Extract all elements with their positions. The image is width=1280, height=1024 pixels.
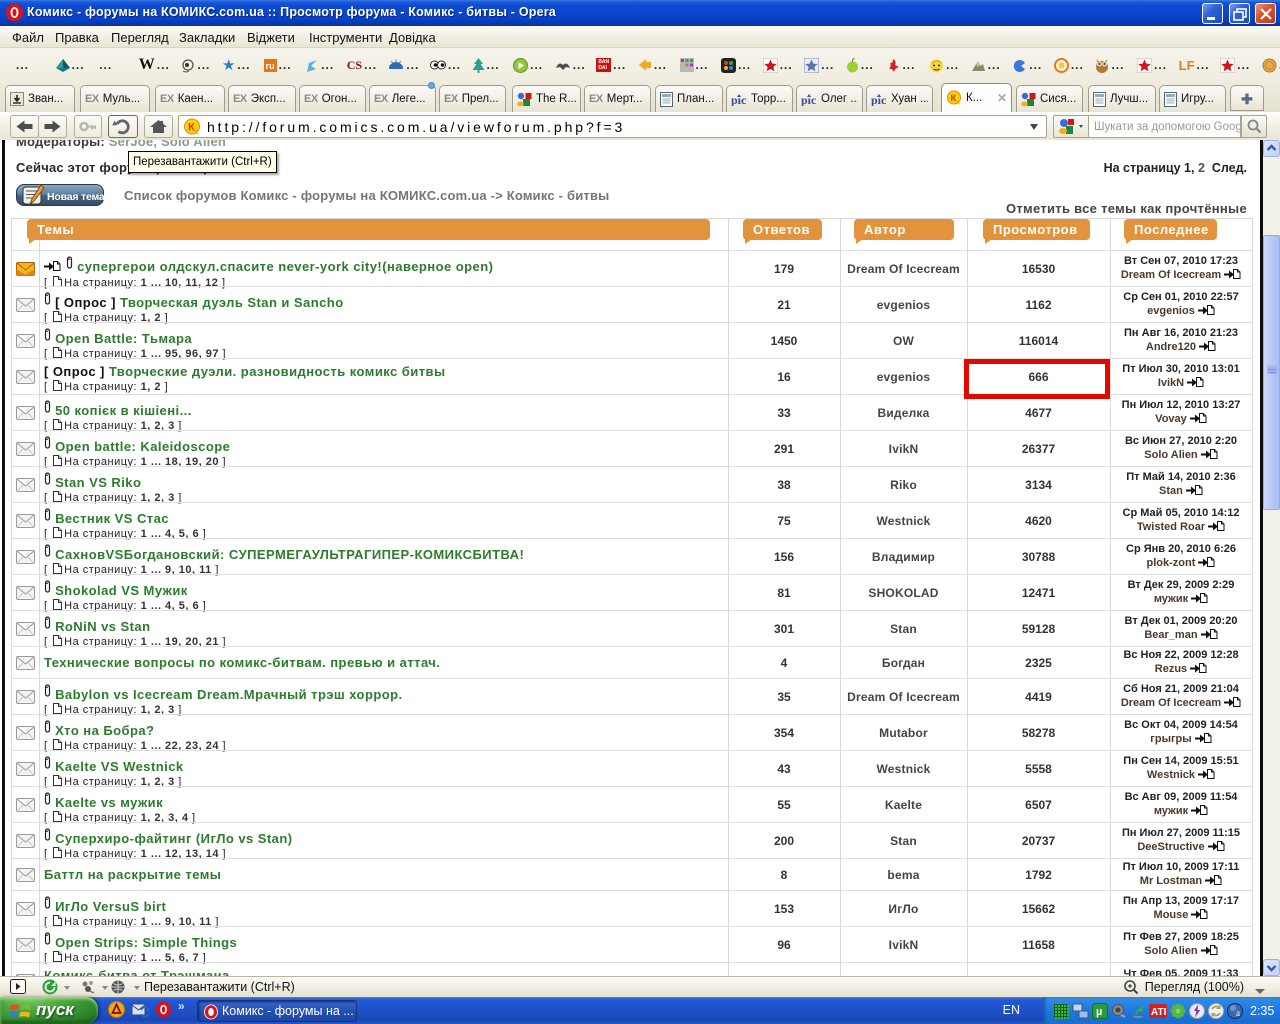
svg-text:µ: µ: [1096, 1006, 1102, 1018]
svg-text:a: a: [1236, 1008, 1240, 1018]
svg-text:ATI: ATI: [1151, 1007, 1167, 1018]
svg-text:К: К: [188, 122, 198, 134]
svg-text:К: К: [951, 93, 957, 104]
